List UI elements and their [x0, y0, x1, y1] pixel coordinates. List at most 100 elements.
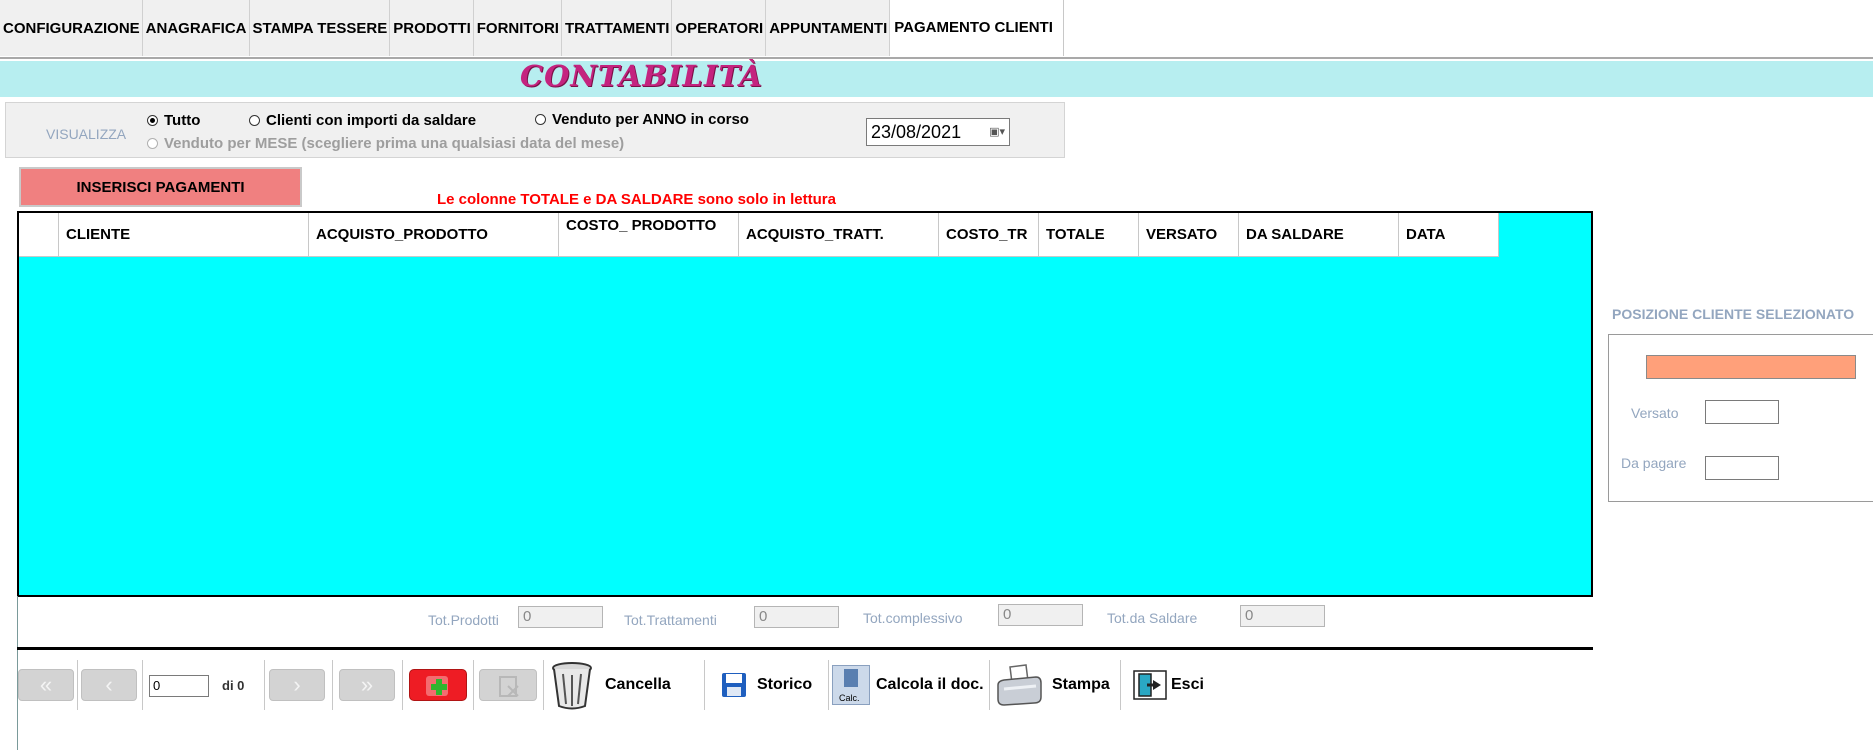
esci-label: Esci — [1171, 676, 1204, 693]
tab-configurazione[interactable]: CONFIGURAZIONE — [0, 0, 143, 56]
cancella-button[interactable]: Cancella — [549, 659, 671, 711]
column-header-versato[interactable]: VERSATO — [1139, 213, 1239, 257]
view-label: VISUALIZZA — [46, 126, 127, 142]
toolbar-separator — [1120, 660, 1121, 710]
next-record-icon: › — [293, 672, 301, 697]
toolbar-separator — [828, 660, 829, 710]
column-header-da-saldare[interactable]: DA SALDARE — [1239, 213, 1399, 257]
column-header-acquisto-prodotto[interactable]: ACQUISTO_PRODOTTO — [309, 213, 559, 257]
toolbar-separator — [402, 660, 403, 710]
client-position-title: POSIZIONE CLIENTE SELEZIONATO — [1612, 306, 1855, 322]
main-tab-bar: CONFIGURAZIONE ANAGRAFICA STAMPA TESSERE… — [0, 0, 1064, 56]
stampa-button[interactable]: Stampa — [996, 659, 1110, 711]
storico-button[interactable]: Storico — [721, 659, 812, 711]
record-number-input[interactable]: 0 — [149, 675, 209, 697]
radio-clienti-da-saldare[interactable]: Clienti con importi da saldare — [249, 112, 476, 129]
client-position-panel: Versato Da pagare — [1608, 334, 1873, 502]
previous-record-button[interactable]: ‹ — [81, 669, 137, 701]
column-header-totale[interactable]: TOTALE — [1039, 213, 1139, 257]
calculator-icon: Calc. — [832, 665, 870, 705]
toolbar-divider — [17, 647, 1593, 650]
delete-record-button[interactable] — [479, 669, 537, 701]
add-record-icon — [426, 676, 448, 696]
previous-record-icon: ‹ — [105, 672, 113, 697]
toolbar-separator — [264, 660, 265, 710]
column-header-costo-prodotto[interactable]: COSTO_ PRODOTTO — [559, 213, 739, 257]
date-picker[interactable]: 23/08/2021 ▣▾ — [866, 118, 1010, 146]
tab-prodotti[interactable]: PRODOTTI — [390, 0, 474, 56]
toolbar-separator — [704, 660, 705, 710]
storico-label: Storico — [757, 676, 813, 693]
calculator-icon-caption: Calc. — [839, 693, 860, 703]
toolbar-separator — [142, 660, 143, 710]
tot-da-saldare-field: 0 — [1240, 605, 1325, 627]
cancella-label: Cancella — [605, 676, 671, 693]
tot-da-saldare-label: Tot.da Saldare — [1107, 610, 1198, 626]
payments-grid[interactable]: CLIENTE ACQUISTO_PRODOTTO COSTO_ PRODOTT… — [17, 211, 1593, 597]
grid-header: CLIENTE ACQUISTO_PRODOTTO COSTO_ PRODOTT… — [19, 213, 1499, 257]
app-window: CONFIGURAZIONE ANAGRAFICA STAMPA TESSERE… — [0, 0, 1873, 750]
exit-door-icon — [1133, 670, 1167, 700]
tot-complessivo-label: Tot.complessivo — [863, 610, 963, 626]
radio-tutto-label: Tutto — [164, 112, 201, 129]
calcola-label: Calcola il doc. — [876, 676, 984, 693]
tab-operatori[interactable]: OPERATORI — [672, 0, 767, 56]
printer-icon — [997, 664, 1042, 706]
radio-unchecked-icon — [249, 115, 260, 126]
column-header-acquisto-tratt[interactable]: ACQUISTO_TRATT. — [739, 213, 939, 257]
trash-bin-icon — [552, 662, 592, 710]
tab-appuntamenti[interactable]: APPUNTAMENTI — [766, 0, 891, 56]
tab-trattamenti[interactable]: TRATTAMENTI — [561, 0, 673, 56]
versato-field[interactable] — [1705, 400, 1779, 424]
view-filter-panel: VISUALIZZA Tutto Clienti con importi da … — [5, 102, 1065, 158]
section-banner: CONTABILITÀ — [0, 59, 1873, 97]
selected-client-field — [1646, 355, 1856, 379]
first-record-button[interactable]: « — [18, 669, 74, 701]
last-record-icon: » — [360, 672, 374, 697]
tot-prodotti-label: Tot.Prodotti — [428, 612, 499, 628]
calendar-dropdown-icon[interactable]: ▣▾ — [989, 125, 1005, 138]
column-header-data[interactable]: DATA — [1399, 213, 1499, 257]
tab-stampa-tessere[interactable]: STAMPA TESSERE — [249, 0, 391, 56]
radio-unchecked-icon — [535, 114, 546, 125]
radio-checked-icon — [147, 115, 158, 126]
radio-tutto[interactable]: Tutto — [147, 112, 200, 129]
radio-clienti-da-saldare-label: Clienti con importi da saldare — [266, 112, 477, 129]
tab-fornitori[interactable]: FORNITORI — [473, 0, 562, 56]
radio-unchecked-icon — [147, 138, 158, 149]
tot-prodotti-field: 0 — [518, 606, 603, 628]
tab-anagrafica[interactable]: ANAGRAFICA — [142, 0, 250, 56]
readonly-columns-note: Le colonne TOTALE e DA SALDARE sono solo… — [437, 191, 836, 208]
record-count-label: di 0 — [222, 678, 245, 693]
toolbar-separator — [332, 660, 333, 710]
banner-title: CONTABILITÀ — [520, 59, 763, 93]
radio-venduto-mese-label: Venduto per MESE (scegliere prima una qu… — [164, 135, 625, 152]
tab-pagamento-clienti[interactable]: PAGAMENTO CLIENTI — [890, 0, 1064, 56]
versato-label: Versato — [1631, 405, 1679, 421]
insert-payments-button[interactable]: INSERISCI PAGAMENTI — [19, 167, 302, 207]
radio-venduto-anno[interactable]: Venduto per ANNO in corso — [535, 111, 749, 128]
toolbar-separator — [473, 660, 474, 710]
add-record-button[interactable] — [409, 669, 467, 701]
radio-venduto-anno-label: Venduto per ANNO in corso — [552, 111, 749, 128]
tot-complessivo-field: 0 — [998, 604, 1083, 626]
date-value: 23/08/2021 — [871, 121, 962, 142]
last-record-button[interactable]: » — [339, 669, 395, 701]
radio-venduto-mese: Venduto per MESE (scegliere prima una qu… — [147, 135, 624, 152]
calcola-documento-button[interactable]: Calc. Calcola il doc. — [832, 659, 984, 711]
da-pagare-label: Da pagare — [1621, 455, 1687, 471]
tab-bar-divider — [0, 57, 1873, 59]
delete-record-icon — [499, 676, 519, 697]
tot-trattamenti-field: 0 — [754, 606, 839, 628]
esci-button[interactable]: Esci — [1133, 659, 1204, 711]
column-header-costo-tr[interactable]: COSTO_TR — [939, 213, 1039, 257]
floppy-disk-icon — [722, 673, 746, 697]
toolbar-separator — [77, 660, 78, 710]
toolbar-separator — [989, 660, 990, 710]
stampa-label: Stampa — [1052, 676, 1110, 693]
first-record-icon: « — [39, 672, 53, 697]
next-record-button[interactable]: › — [269, 669, 325, 701]
da-pagare-field[interactable] — [1705, 456, 1779, 480]
column-header-cliente[interactable]: CLIENTE — [59, 213, 309, 257]
row-selector-header[interactable] — [19, 213, 59, 257]
